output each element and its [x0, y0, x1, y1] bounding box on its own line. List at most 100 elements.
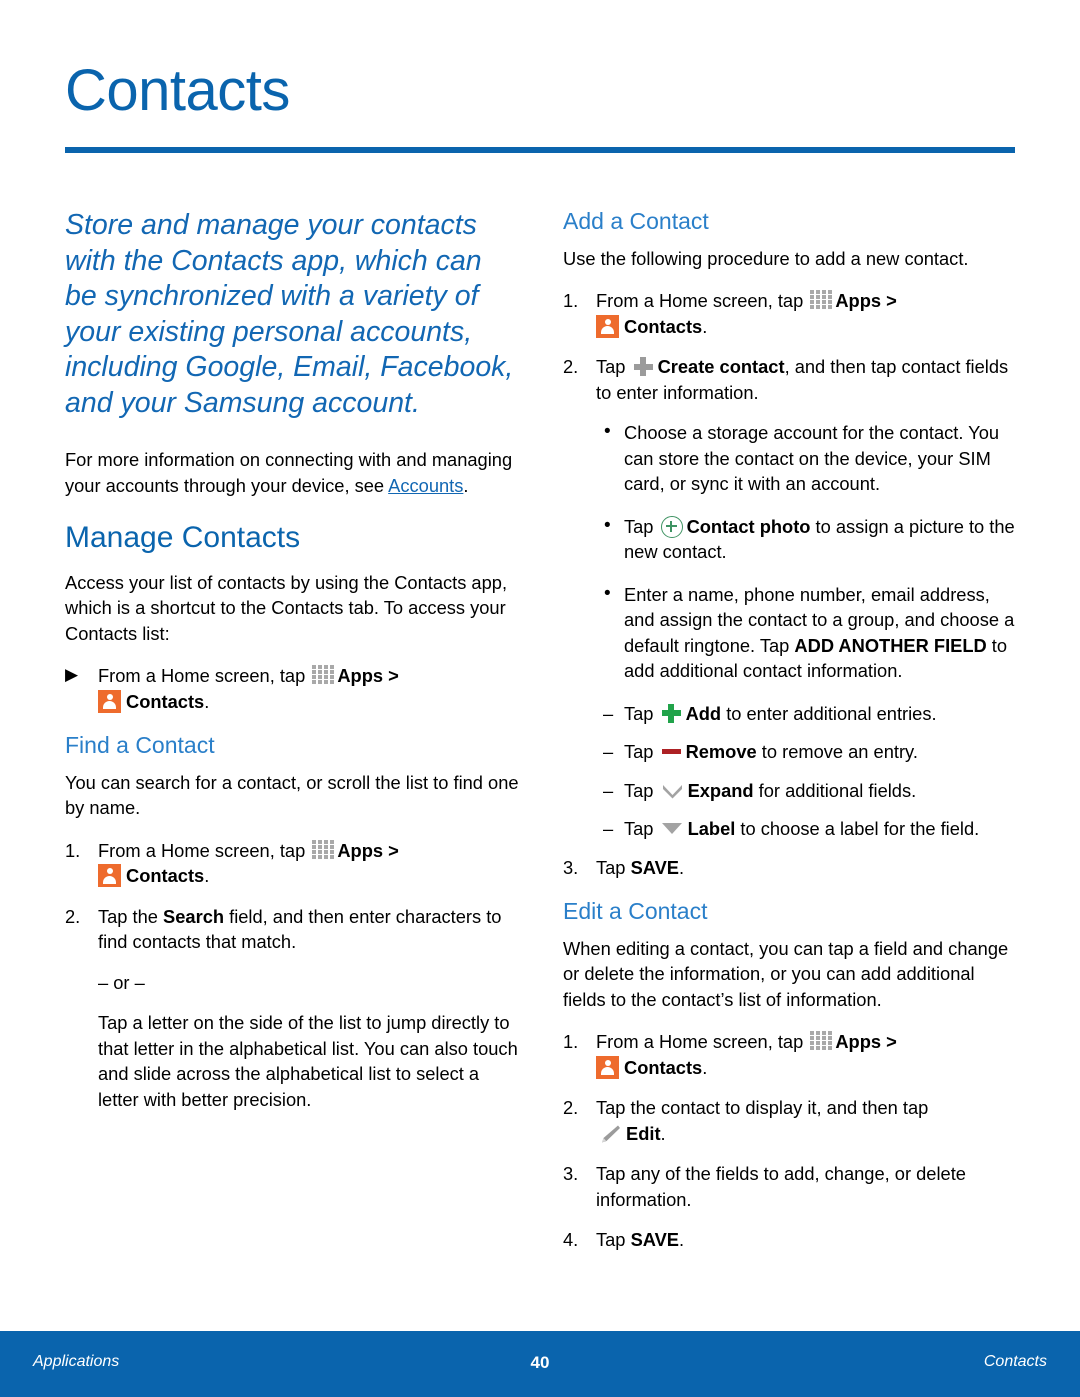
footer-page-number: 40: [530, 1353, 550, 1372]
intro-paragraph: For more information on connecting with …: [65, 447, 519, 498]
step-text-after: .: [679, 1229, 685, 1251]
page-footer: Applications 40 Contacts: [0, 1331, 1080, 1397]
dash-expand-fields: – Tap Expand for additional fields.: [602, 778, 1017, 804]
edit-pencil-icon[interactable]: [597, 1123, 622, 1145]
edit-contact-body: When editing a contact, you can tap a fi…: [563, 937, 1009, 1010]
step-number: 3.: [563, 856, 579, 878]
create-contact-label: Create contact: [657, 356, 785, 378]
add-step-3: 3. Tap SAVE.: [563, 855, 1017, 881]
step-text-before: From a Home screen, tap: [98, 839, 311, 861]
dash-text-before: Tap: [624, 702, 659, 724]
bullet-marker: •: [604, 421, 611, 443]
apps-label: Apps: [337, 665, 384, 686]
or-separator: – or –: [98, 971, 145, 993]
heading-manage-contacts: Manage Contacts: [65, 521, 301, 554]
step-number: 2.: [65, 905, 81, 927]
arrow-marker: ▶: [65, 665, 79, 684]
contacts-app-icon[interactable]: [596, 314, 619, 338]
bullet-text-after: to assign a picture to the new contact.: [624, 515, 1015, 563]
accounts-link[interactable]: Accounts: [388, 475, 463, 496]
step-number: 1.: [563, 290, 579, 312]
contacts-label: Contacts: [624, 315, 703, 337]
step-period: .: [702, 1056, 708, 1078]
step-text-before: Tap the contact to display it, and then …: [596, 1097, 929, 1119]
find-contact-body: You can search for a contact, or scroll …: [65, 771, 519, 819]
intro-lede: Store and manage your contacts with the …: [65, 209, 514, 419]
chevron-separator: >: [881, 1031, 897, 1053]
dash-marker: –: [603, 818, 614, 840]
step-number: 2.: [563, 356, 579, 378]
content-columns: Store and manage your contacts with the …: [65, 208, 1017, 1268]
bullet-marker: •: [604, 582, 611, 604]
left-column: Store and manage your contacts with the …: [65, 208, 519, 1268]
dash-text-after: to remove an entry.: [756, 741, 918, 763]
find-step-2: 2. Tap the Search field, and then enter …: [65, 904, 519, 955]
step-text-before: Tap: [596, 1229, 631, 1251]
bullet-enter-details: • Enter a name, phone number, email addr…: [602, 582, 1017, 684]
step-number: 1.: [65, 839, 81, 861]
contacts-label: Contacts: [624, 1056, 703, 1078]
add-another-field-label: ADD ANOTHER FIELD: [794, 634, 987, 656]
contact-photo-plus-icon[interactable]: [660, 515, 683, 538]
add-step-2: 2. Tap Create contact, and then tap cont…: [563, 354, 1017, 405]
dash-text-after: for additional fields.: [753, 779, 917, 801]
step-text-before: Tap: [596, 856, 631, 878]
step-number: 2.: [563, 1097, 579, 1119]
apps-grid-icon[interactable]: [312, 665, 335, 685]
bullet-marker: •: [604, 514, 611, 536]
contacts-app-icon[interactable]: [98, 689, 121, 713]
expand-icon[interactable]: [661, 781, 684, 799]
step-period: .: [204, 865, 210, 887]
step-period: .: [204, 690, 210, 712]
dash-text-after: to enter additional entries.: [721, 702, 937, 724]
step-text-before: From a Home screen, tap: [596, 290, 809, 312]
bullet-contact-photo: • Tap Contact photo to assign a picture …: [602, 514, 1017, 565]
step-text-before: From a Home screen, tap: [98, 665, 311, 686]
step-number: 4.: [563, 1229, 579, 1251]
contacts-label: Contacts: [126, 690, 205, 712]
edit-step-1: 1. From a Home screen, tap Apps > Contac…: [563, 1029, 1017, 1080]
heading-edit-a-contact: Edit a Contact: [563, 898, 708, 925]
dash-text-before: Tap: [624, 741, 659, 763]
remove-icon[interactable]: [661, 742, 682, 760]
apps-grid-icon[interactable]: [312, 839, 335, 860]
contact-photo-label: Contact photo: [686, 515, 811, 537]
step-number: 3.: [563, 1163, 579, 1185]
page-header: Contacts: [65, 62, 1015, 153]
intro-text-after: .: [463, 474, 469, 496]
remove-label: Remove: [685, 741, 757, 763]
manage-contacts-step: ▶ From a Home screen, tap Apps > Contact…: [65, 663, 519, 714]
edit-step-2: 2. Tap the contact to display it, and th…: [563, 1095, 1017, 1146]
dash-marker: –: [603, 741, 614, 763]
create-contact-plus-icon[interactable]: [633, 356, 654, 377]
expand-label: Expand: [687, 779, 754, 801]
label-icon[interactable]: [661, 819, 684, 837]
apps-grid-icon[interactable]: [810, 290, 833, 310]
search-field-label: Search: [163, 905, 225, 927]
step-text-before: From a Home screen, tap: [596, 1031, 809, 1053]
label-label: Label: [687, 818, 736, 840]
add-contact-sub-bullets: • Choose a storage account for the conta…: [602, 420, 1017, 842]
bullet-text-before: Tap: [624, 515, 659, 537]
chevron-separator: >: [881, 290, 897, 312]
title-divider: [65, 147, 1015, 153]
contacts-app-icon[interactable]: [596, 1055, 619, 1079]
contacts-label: Contacts: [126, 865, 205, 887]
edit-step-3: 3. Tap any of the fields to add, change,…: [563, 1161, 1017, 1212]
contacts-app-icon[interactable]: [98, 864, 121, 888]
dash-add-entry: – Tap Add to enter additional entries.: [602, 701, 1017, 727]
add-label: Add: [685, 702, 722, 724]
dash-marker: –: [603, 702, 614, 724]
bullet-storage-account: • Choose a storage account for the conta…: [602, 420, 1017, 497]
manage-contacts-body: Access your list of contacts by using th…: [65, 571, 508, 644]
step-text-before: Tap the: [98, 905, 164, 927]
apps-grid-icon[interactable]: [810, 1031, 833, 1051]
dash-text-before: Tap: [624, 779, 659, 801]
add-step-1: 1. From a Home screen, tap Apps > Contac…: [563, 288, 1017, 339]
step-text: Tap any of the fields to add, change, or…: [596, 1163, 966, 1210]
heading-add-a-contact: Add a Contact: [563, 208, 709, 234]
save-label: SAVE: [630, 856, 679, 878]
save-label: SAVE: [630, 1229, 679, 1251]
find-step-1: 1. From a Home screen, tap Apps > Contac…: [65, 838, 519, 889]
plus-green-icon[interactable]: [661, 703, 682, 724]
